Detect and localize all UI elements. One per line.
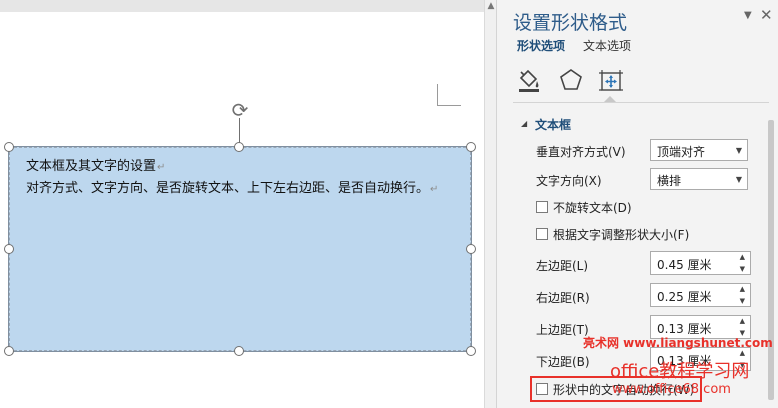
text-direction-dropdown[interactable]: 横排 ▼ — [650, 168, 748, 190]
tab-shape-options[interactable]: 形状选项 — [517, 37, 565, 54]
bottom-margin-label: 下边距(B) — [536, 355, 590, 369]
paragraph-mark-icon: ↵ — [430, 184, 439, 195]
top-margin-label: 上边距(T) — [536, 323, 589, 337]
watermark-office-url: www.office68.com — [612, 382, 731, 397]
right-margin-value: 0.25 厘米 — [657, 290, 712, 304]
text-direction-label: 文字方向(X) — [536, 174, 602, 188]
spin-down-icon[interactable]: ▼ — [740, 297, 745, 305]
no-rotate-text-checkbox[interactable] — [536, 201, 548, 213]
right-margin-input[interactable]: 0.25 厘米 ▲ ▼ — [650, 283, 751, 307]
left-margin-input[interactable]: 0.45 厘米 ▲ ▼ — [650, 251, 751, 275]
resize-handle-right[interactable] — [466, 244, 476, 254]
document-vertical-scrollbar[interactable]: ▲ — [484, 0, 496, 408]
watermark-office-title: office教程学习网 — [610, 361, 750, 382]
text-line-2: 对齐方式、文字方向、是否旋转文本、上下左右边距、是否自动换行。↵ — [26, 178, 438, 200]
close-icon[interactable]: ✕ — [760, 6, 773, 24]
rotate-handle-icon[interactable]: ⟳ — [229, 99, 251, 121]
chevron-down-icon: ▼ — [735, 146, 742, 155]
pane-options-dropdown-icon[interactable]: ▼ — [744, 10, 752, 21]
watermark-site-text: 亮术网 www.liangshunet.com — [583, 336, 773, 350]
right-margin-label: 右边距(R) — [536, 291, 590, 305]
resize-handle-bottom[interactable] — [234, 346, 244, 356]
no-rotate-text-label[interactable]: 不旋转文本(D) — [553, 199, 632, 216]
resize-handle-top[interactable] — [234, 142, 244, 152]
left-margin-label: 左边距(L) — [536, 259, 589, 273]
text-line-1: 文本框及其文字的设置↵ — [26, 156, 438, 178]
vertical-align-label: 垂直对齐方式(V) — [536, 145, 626, 159]
section-title-textbox[interactable]: 文本框 — [535, 116, 571, 133]
text-direction-value: 横排 — [657, 174, 682, 188]
chevron-down-icon: ▼ — [735, 175, 742, 184]
spin-up-icon[interactable]: ▲ — [740, 285, 745, 293]
resize-handle-top-left[interactable] — [4, 142, 14, 152]
autofit-shape-checkbox[interactable] — [536, 228, 548, 240]
vertical-align-dropdown[interactable]: 顶端对齐 ▼ — [650, 139, 748, 161]
paragraph-mark-icon: ↵ — [157, 162, 166, 173]
section-collapse-arrow-icon[interactable]: ◢ — [521, 119, 527, 128]
text-line-2-content: 对齐方式、文字方向、是否旋转文本、上下左右边距、是否自动换行。 — [26, 181, 430, 196]
layout-properties-icon[interactable] — [597, 66, 625, 94]
resize-handle-top-right[interactable] — [466, 142, 476, 152]
pane-scroll-thumb[interactable] — [768, 120, 774, 400]
text-box-content[interactable]: 文本框及其文字的设置↵ 对齐方式、文字方向、是否旋转文本、上下左右边距、是否自动… — [26, 156, 438, 200]
vertical-align-value: 顶端对齐 — [657, 145, 706, 159]
page-top-gap — [0, 0, 484, 12]
text-box-shape[interactable]: 文本框及其文字的设置↵ 对齐方式、文字方向、是否旋转文本、上下左右边距、是否自动… — [8, 146, 472, 352]
effects-pentagon-icon[interactable] — [557, 66, 585, 94]
category-divider — [513, 102, 769, 103]
spin-down-icon[interactable]: ▼ — [740, 265, 745, 273]
document-canvas[interactable]: ⟳ 文本框及其文字的设置↵ 对齐方式、文字方向、是否旋转文本、上下左右边距、是否… — [0, 0, 484, 408]
spin-up-icon[interactable]: ▲ — [740, 317, 745, 325]
pane-vertical-scrollbar[interactable] — [767, 108, 775, 408]
resize-handle-bottom-left[interactable] — [4, 346, 14, 356]
tab-text-options[interactable]: 文本选项 — [583, 37, 631, 54]
resize-handle-left[interactable] — [4, 244, 14, 254]
page-margin-corner-mark — [437, 84, 461, 106]
text-line-1-content: 文本框及其文字的设置 — [26, 159, 157, 174]
left-margin-value: 0.45 厘米 — [657, 258, 712, 272]
fill-line-icon[interactable] — [515, 66, 543, 94]
spin-up-icon[interactable]: ▲ — [740, 253, 745, 261]
resize-handle-bottom-right[interactable] — [466, 346, 476, 356]
pane-title: 设置形状格式 — [513, 12, 628, 34]
autofit-shape-label[interactable]: 根据文字调整形状大小(F) — [553, 226, 689, 243]
